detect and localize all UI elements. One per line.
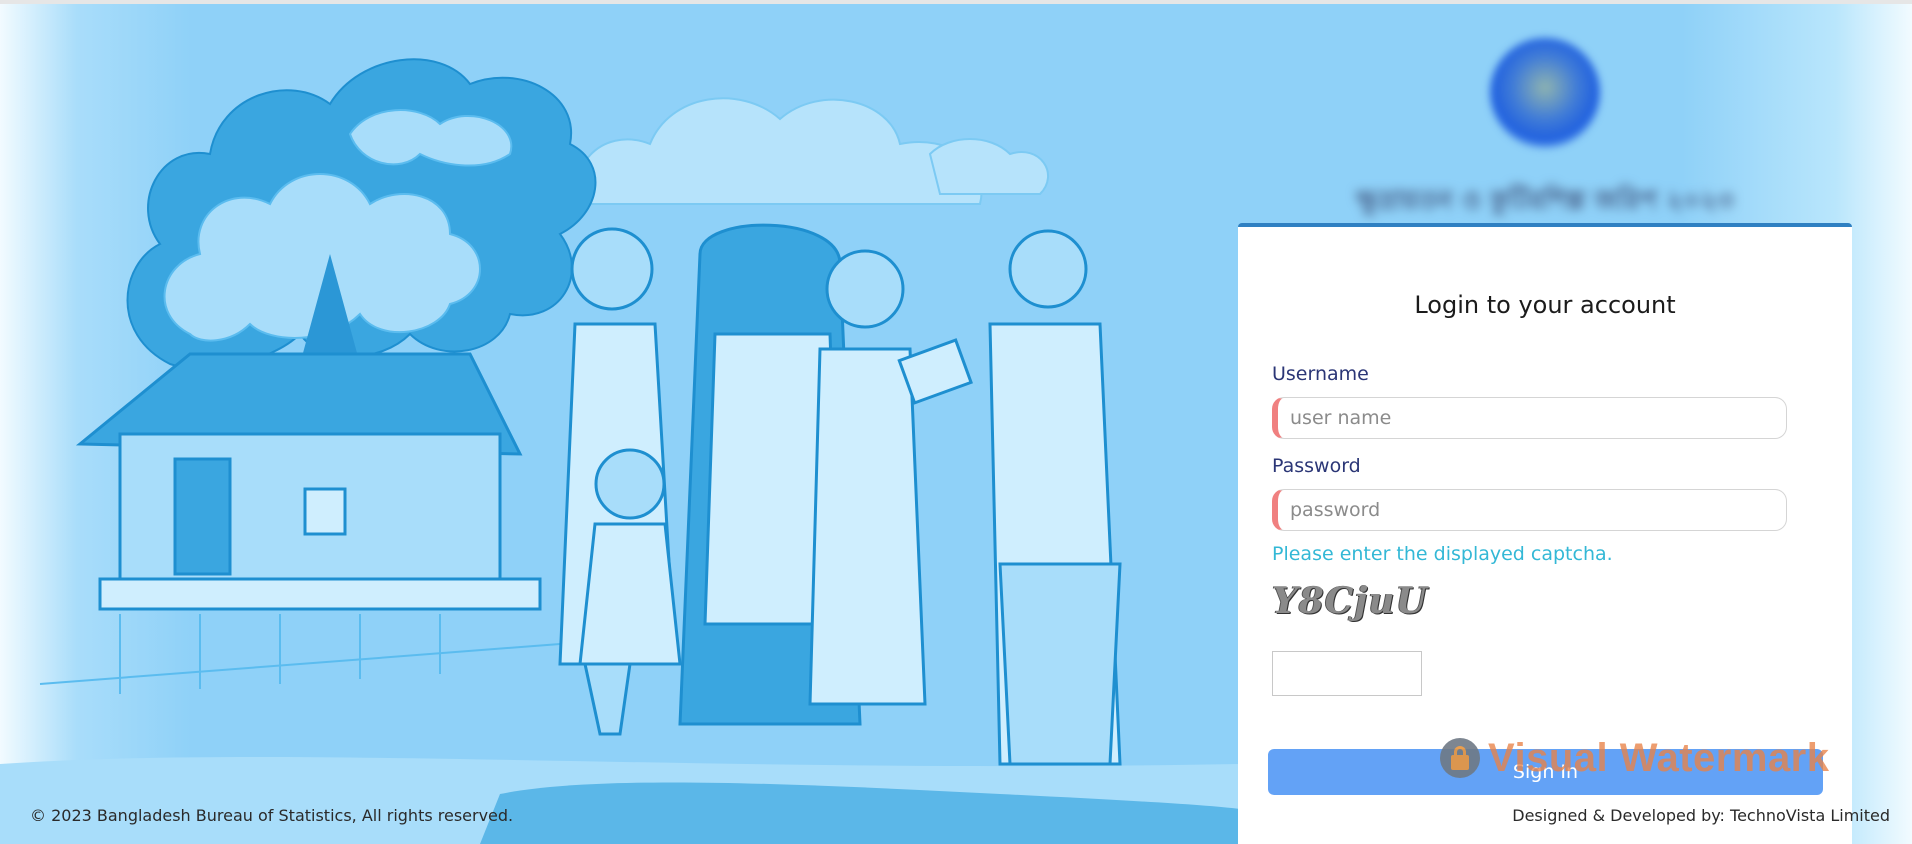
survey-title-blurred: ক্ষুদ্রায়তন ও কুটিরশিল্প জরিপ ২০২৩ — [1356, 186, 1734, 216]
developer-credit: Designed & Developed by: TechnoVista Lim… — [1512, 806, 1890, 825]
header-logo-area: ক্ষুদ্রায়তন ও কুটিরশিল্প জরিপ ২০২৩ — [1280, 30, 1810, 216]
government-emblem-logo — [1490, 38, 1600, 148]
login-title: Login to your account — [1414, 291, 1676, 319]
login-card: Login to your account Username Password … — [1238, 223, 1852, 844]
captcha-input[interactable] — [1272, 651, 1422, 696]
sign-in-button[interactable]: Sign In — [1268, 749, 1823, 795]
username-input[interactable] — [1272, 397, 1787, 439]
copyright-text: © 2023 Bangladesh Bureau of Statistics, … — [30, 806, 514, 825]
username-label: Username — [1272, 363, 1369, 385]
password-label: Password — [1272, 455, 1361, 477]
captcha-image: Y8CjuU — [1272, 580, 1428, 622]
captcha-hint: Please enter the displayed captcha. — [1272, 543, 1613, 565]
password-input[interactable] — [1272, 489, 1787, 531]
